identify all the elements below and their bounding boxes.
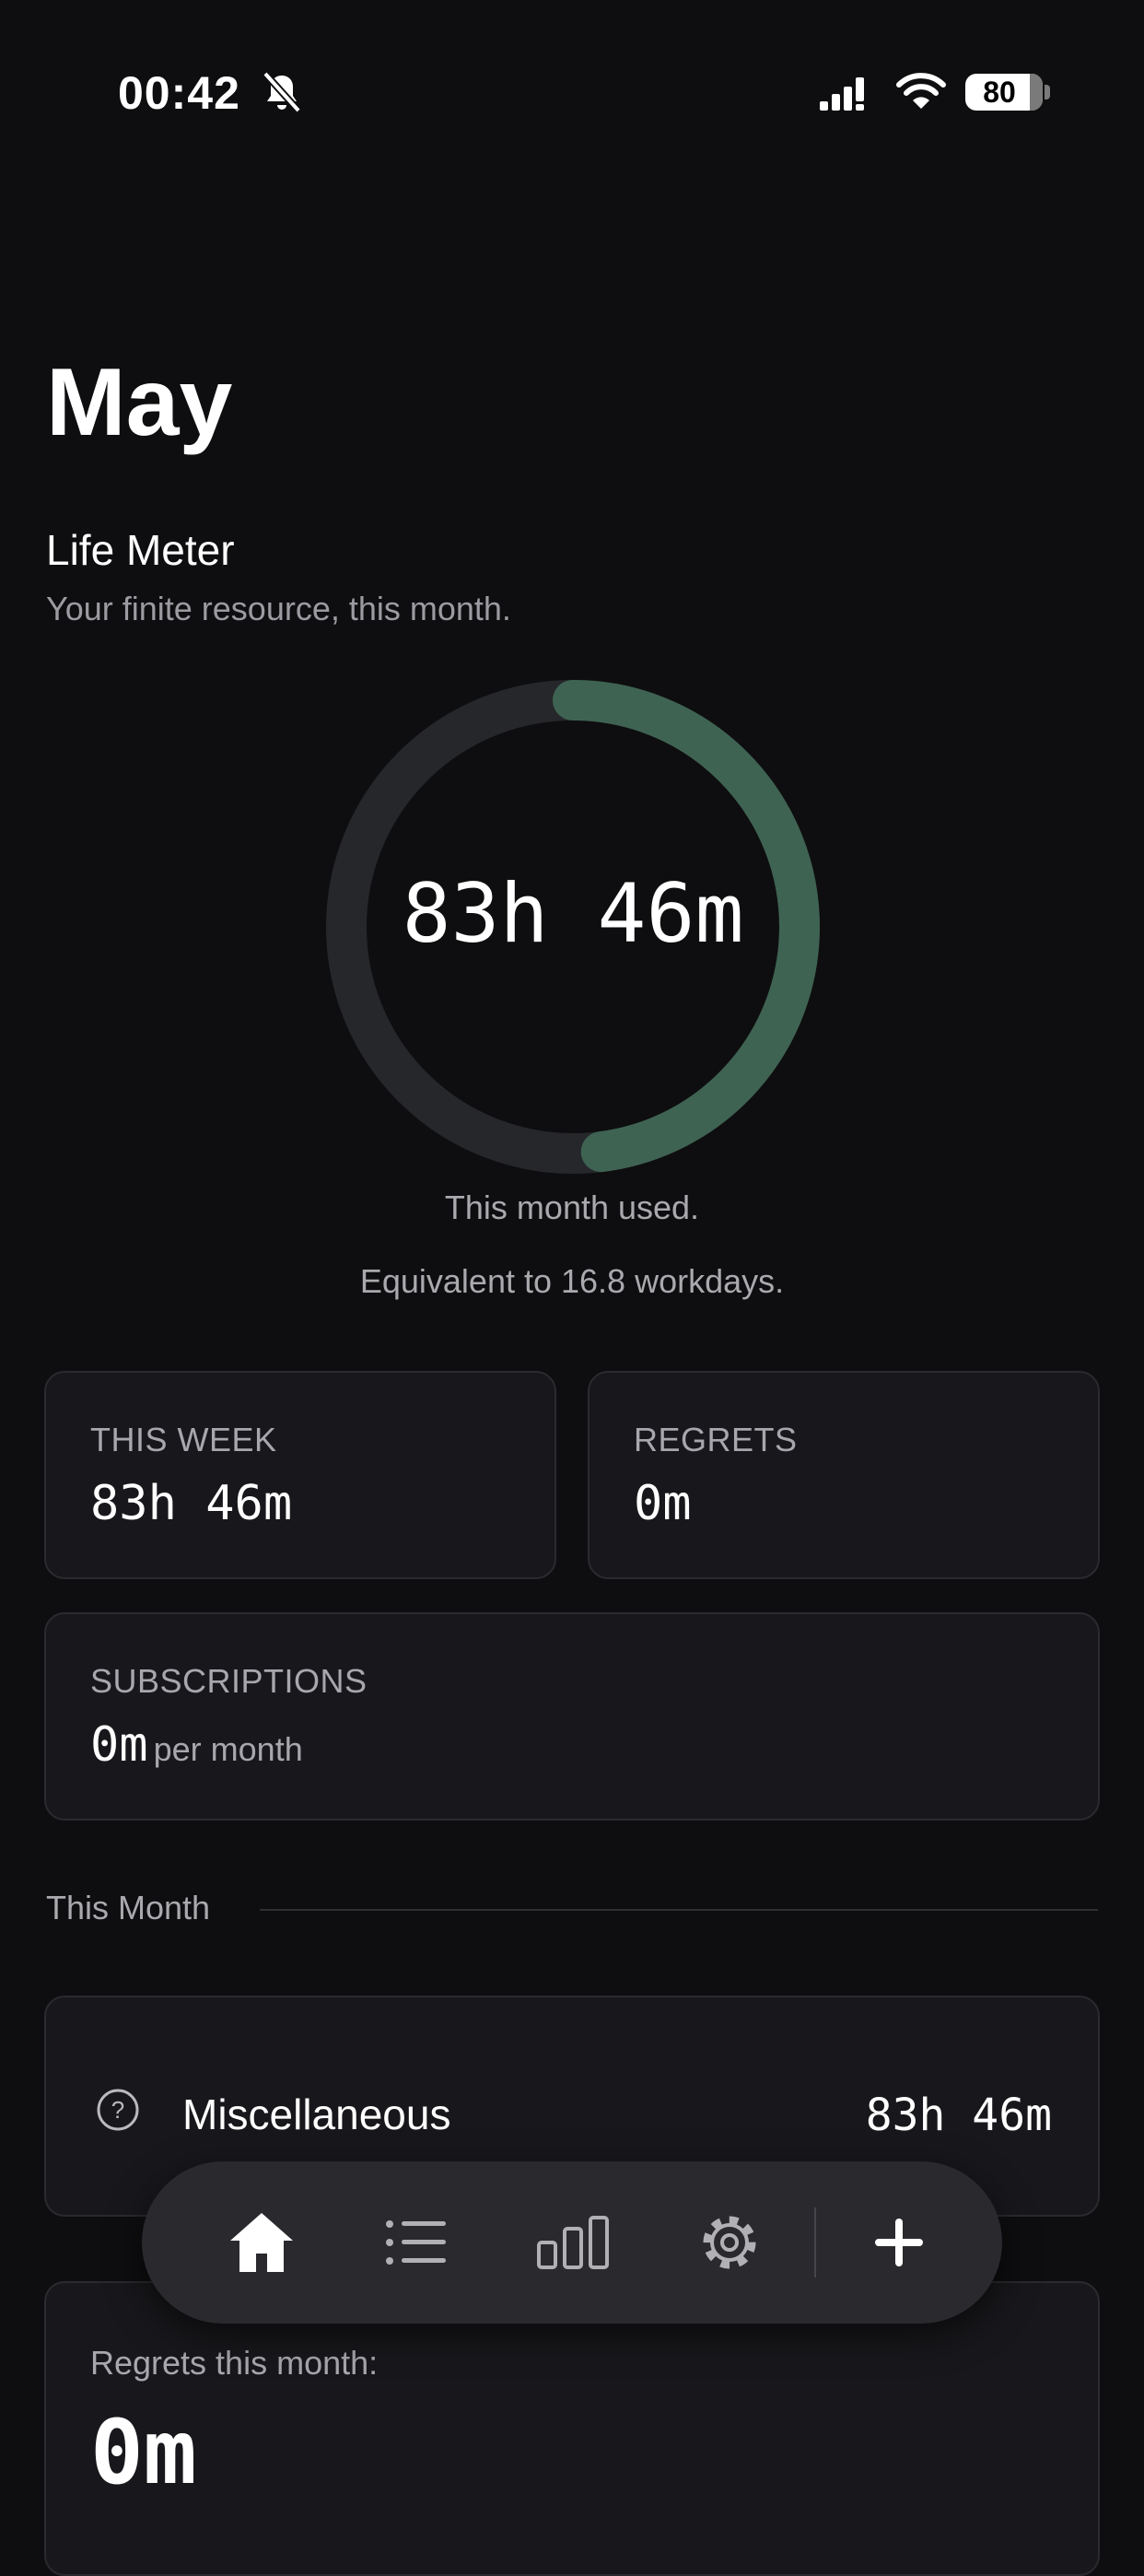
status-bar: 00:42 80 [0,0,1144,184]
subscriptions-unit: per month [153,1730,303,1768]
wifi-icon [896,73,946,109]
life-meter-equivalent: Equivalent to 16.8 workdays. [359,1262,785,1300]
regrets-label: REGRETS [634,1421,798,1458]
svg-text:?: ? [111,2096,124,2124]
category-name: Miscellaneous [182,2090,451,2138]
subscriptions-label: SUBSCRIPTIONS [90,1662,368,1700]
this-week-card[interactable]: THIS WEEK 83h 46m [44,1371,556,1579]
tab-settings[interactable] [685,2198,774,2287]
life-meter-title: Life Meter [46,526,235,574]
this-month-label: This Month [46,1889,211,1926]
tab-separator [814,2207,816,2277]
tab-home[interactable] [217,2198,306,2287]
category-time: 83h 46m [865,2090,1052,2141]
regrets-value: 0m [634,1476,692,1531]
section-divider [260,1909,1098,1911]
bar-chart-icon [537,2216,609,2269]
regrets-month-value: 0m [90,2401,197,2504]
tab-list[interactable] [372,2198,461,2287]
regrets-month-label: Regrets this month: [90,2344,379,2382]
gear-icon [703,2216,756,2269]
life-meter-subtitle: Your finite resource, this month. [46,590,511,627]
page-title: May [46,349,233,456]
bell-off-icon [263,71,301,113]
subscriptions-value-row: 0m per month [90,1717,303,1773]
status-time: 00:42 [118,67,240,119]
life-meter-caption: This month used. [444,1188,700,1226]
life-meter-value: 83h 46m [402,866,744,961]
list-icon [386,2220,446,2265]
subscriptions-value: 0m [90,1717,148,1773]
home-icon [230,2213,293,2272]
regrets-month-card: Regrets this month: 0m [44,2281,1100,2576]
battery-indicator: 80 [965,74,1043,111]
tab-bar [142,2161,1002,2324]
battery-tip [1045,85,1050,100]
question-circle-icon: ? [97,2089,139,2131]
regrets-card[interactable]: REGRETS 0m [588,1371,1100,1579]
tab-stats[interactable] [529,2198,617,2287]
add-button[interactable] [855,2198,943,2287]
this-week-label: THIS WEEK [90,1421,277,1458]
subscriptions-card[interactable]: SUBSCRIPTIONS 0m per month [44,1612,1100,1821]
plus-icon [875,2219,923,2266]
cellular-signal-icon [820,77,864,111]
this-week-value: 83h 46m [90,1476,293,1531]
battery-level: 80 [983,76,1016,109]
